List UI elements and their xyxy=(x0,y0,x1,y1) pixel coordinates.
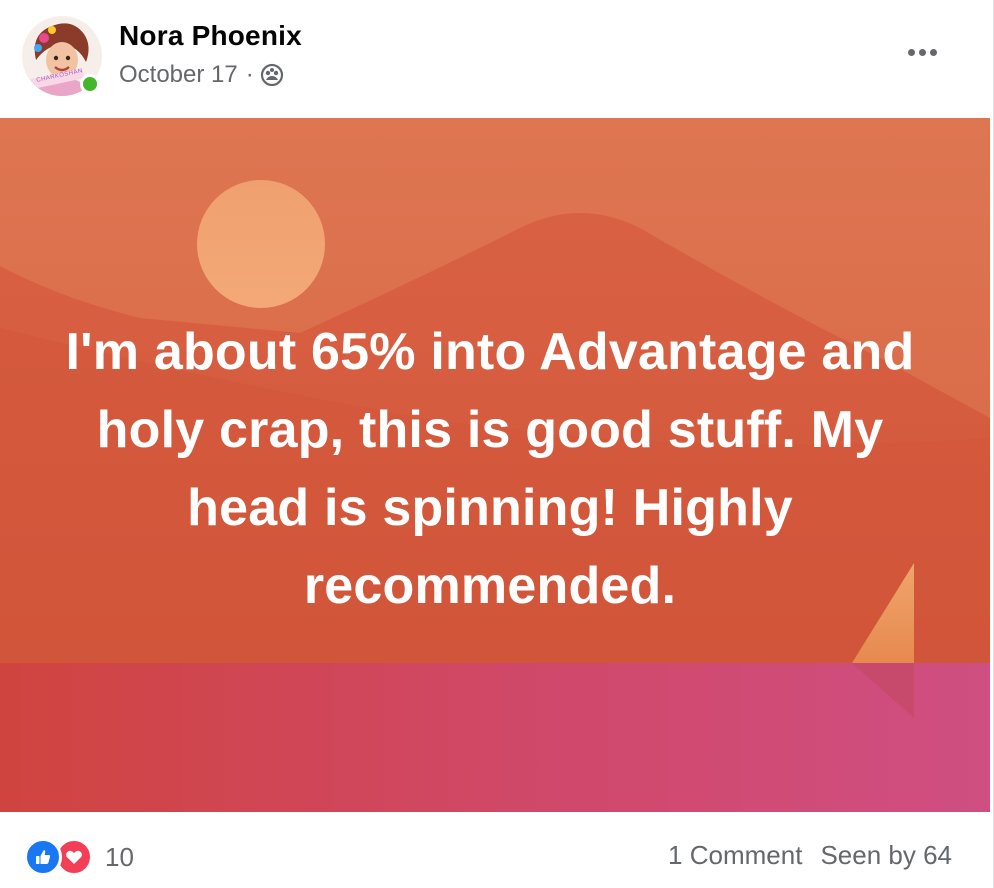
online-status-indicator xyxy=(80,74,100,94)
post-text: I'm about 65% into Advantage and holy cr… xyxy=(65,323,915,615)
post-footer: 10 1 Comment Seen by 64 xyxy=(0,812,990,888)
post-header: CHARKOSHAN Nora Phoenix October 17 · xyxy=(0,0,990,118)
post-background-media[interactable]: I'm about 65% into Advantage and holy cr… xyxy=(0,118,990,812)
friends-icon[interactable] xyxy=(260,63,284,87)
post-stats: 1 Comment Seen by 64 xyxy=(668,840,952,871)
like-icon xyxy=(24,838,62,876)
reaction-count: 10 xyxy=(105,841,134,872)
reaction-summary[interactable]: 10 xyxy=(24,838,134,876)
post-meta: October 17 · xyxy=(119,60,284,90)
more-options-icon[interactable] xyxy=(898,36,946,68)
seen-by-count[interactable]: Seen by 64 xyxy=(820,840,952,871)
post-card: CHARKOSHAN Nora Phoenix October 17 · I'm… xyxy=(0,0,994,888)
comments-count-link[interactable]: 1 Comment xyxy=(668,840,802,871)
author-name[interactable]: Nora Phoenix xyxy=(119,20,302,52)
post-date[interactable]: October 17 xyxy=(119,61,238,89)
meta-separator: · xyxy=(245,61,254,88)
